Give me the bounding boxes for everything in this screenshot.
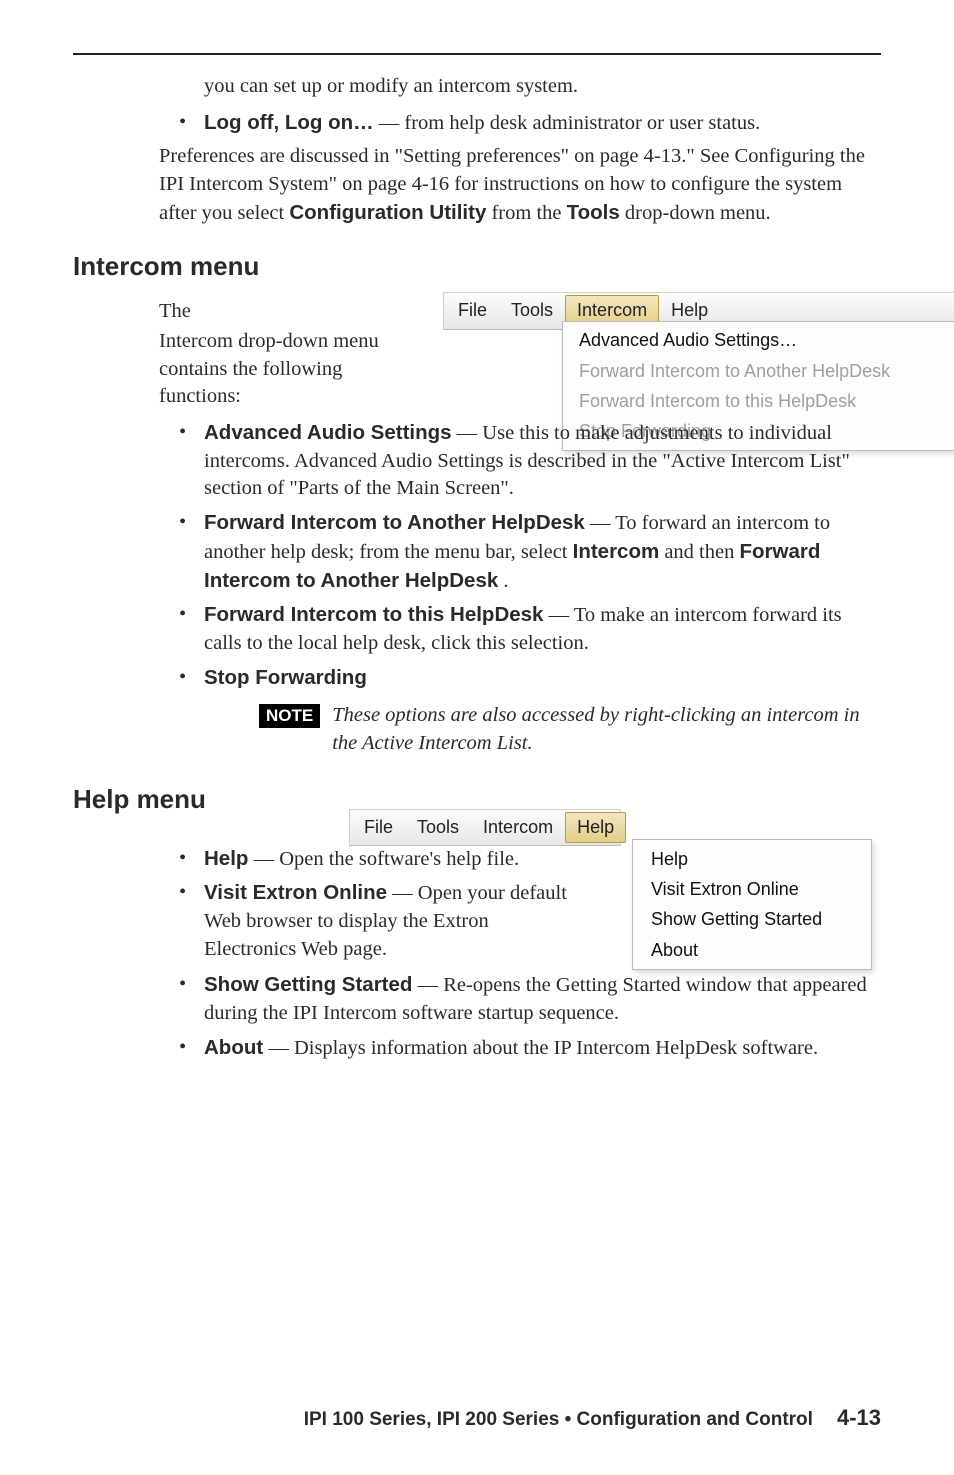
help-dd-about[interactable]: About (633, 935, 871, 965)
note-box: NOTE These options are also accessed by … (259, 702, 881, 757)
help-rest: — Open the software's help file. (254, 848, 520, 870)
logoff-label: Log off, Log on… (204, 111, 374, 134)
help-menubar: File Tools Intercom Help (349, 809, 621, 846)
show-label: Show Getting Started (204, 973, 412, 996)
top-bullet-list: Log off, Log on… — from help desk admini… (179, 109, 881, 138)
menu-tools[interactable]: Tools (499, 295, 565, 326)
dd-advanced-audio[interactable]: Advanced Audio Settings… (563, 325, 954, 355)
tools-word: Tools (567, 201, 620, 224)
fwd-this-label: Forward Intercom to this HelpDesk (204, 603, 543, 626)
bullet-fwd-this: Forward Intercom to this HelpDesk — To m… (179, 601, 881, 657)
note-text: These options are also accessed by right… (332, 702, 881, 757)
help-label: Help (204, 847, 248, 870)
about-rest: — Displays information about the IP Inte… (268, 1037, 818, 1059)
page-number: 4-13 (837, 1403, 881, 1433)
fwd-another-menu: Intercom (573, 540, 660, 563)
intercom-wrap: File Tools Intercom Help Advanced Audio … (159, 298, 881, 757)
prefs-paragraph: Preferences are discussed in "Setting pr… (159, 143, 881, 227)
intercom-heading: Intercom menu (73, 249, 881, 284)
top-rule (73, 53, 881, 55)
intercom-screenshot: File Tools Intercom Help Advanced Audio … (443, 292, 954, 329)
bullet-show: Show Getting Started — Re-opens the Gett… (179, 971, 881, 1027)
footer-title: IPI 100 Series, IPI 200 Series • Configu… (304, 1407, 813, 1433)
intercom-bullets: Advanced Audio Settings — Use this to ma… (179, 419, 881, 692)
footer: IPI 100 Series, IPI 200 Series • Configu… (73, 1403, 881, 1433)
help-wrap: File Tools Intercom Help Help Visit Extr… (159, 831, 881, 1063)
bullet-about: About — Displays information about the I… (179, 1034, 881, 1063)
adv-label: Advanced Audio Settings (204, 421, 452, 444)
intercom-intro-text: The Intercom drop-down menu contains the… (159, 298, 459, 411)
text-rest: Intercom drop-down menu contains the fol… (159, 330, 379, 407)
bullet-help: Help — Open the software's help file. (179, 845, 574, 874)
text-the: The (159, 300, 191, 322)
from-the: from the (491, 202, 566, 224)
help-dd-show[interactable]: Show Getting Started (633, 904, 871, 934)
help-menu-tools[interactable]: Tools (405, 812, 471, 843)
cont-text: you can set up or modify an intercom sys… (204, 75, 578, 97)
note-badge: NOTE (259, 704, 320, 728)
dd-fwd-this: Forward Intercom to this HelpDesk (563, 386, 954, 416)
dd-fwd-another: Forward Intercom to Another HelpDesk (563, 356, 954, 386)
bullet-fwd-another: Forward Intercom to Another HelpDesk — T… (179, 509, 881, 595)
help-menu-intercom[interactable]: Intercom (471, 812, 565, 843)
bullet-visit: Visit Extron Online — Open your default … (179, 879, 574, 963)
help-menu-file[interactable]: File (352, 812, 405, 843)
help-dropdown: Help Visit Extron Online Show Getting St… (632, 839, 872, 970)
help-dd-help[interactable]: Help (633, 844, 871, 874)
logoff-rest: — from help desk administrator or user s… (379, 112, 760, 134)
bullet-advanced-audio: Advanced Audio Settings — Use this to ma… (179, 419, 881, 503)
continuation-line: you can set up or modify an intercom sys… (204, 73, 881, 101)
stop-label: Stop Forwarding (204, 666, 367, 689)
page: you can set up or modify an intercom sys… (0, 0, 954, 1475)
dd-suffix: drop-down menu. (625, 202, 771, 224)
config-utility-label: Configuration Utility (289, 201, 486, 224)
bullet-stop-forwarding: Stop Forwarding (179, 664, 881, 693)
help-bullets-top: Help — Open the software's help file. Vi… (179, 831, 574, 964)
about-label: About (204, 1036, 263, 1059)
help-bullets-bottom: Show Getting Started — Re-opens the Gett… (179, 971, 881, 1062)
visit-label: Visit Extron Online (204, 881, 387, 904)
fwd-another-period: . (503, 570, 508, 592)
and-then: and then (664, 541, 739, 563)
help-menu-help[interactable]: Help (565, 812, 626, 843)
bullet-logoff: Log off, Log on… — from help desk admini… (179, 109, 881, 138)
help-dd-visit[interactable]: Visit Extron Online (633, 874, 871, 904)
help-menubar-shot: File Tools Intercom Help (349, 809, 621, 846)
fwd-another-label: Forward Intercom to Another HelpDesk (204, 511, 585, 534)
